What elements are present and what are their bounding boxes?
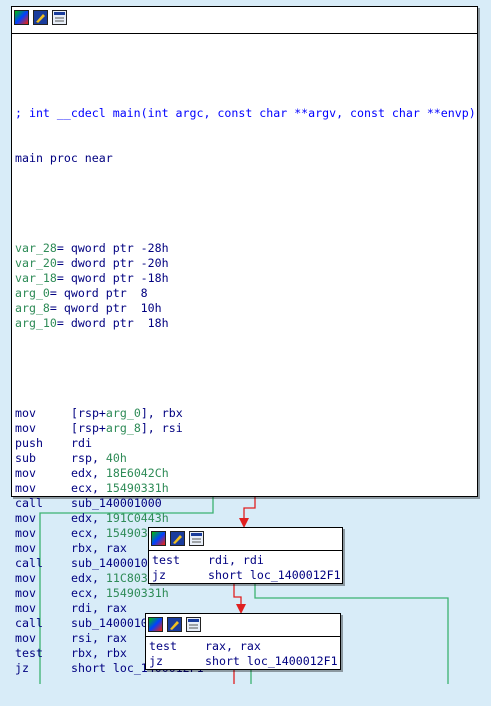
function-signature-comment: ; int __cdecl main(int argc, const char … [15, 106, 476, 120]
mnemonic: mov [15, 526, 36, 540]
mnemonic: mov [15, 406, 36, 420]
mnemonic: test [149, 639, 177, 653]
variable-name: arg_0 [15, 286, 50, 300]
instruction-line[interactable]: call sub_140001000 [15, 496, 474, 511]
variable-definition: = qword ptr 8 [49, 286, 148, 300]
variable-name: arg_10 [15, 316, 57, 330]
instruction-line[interactable]: mov edx, 191C0443h [15, 511, 474, 526]
operands: [rsp+arg_8], rsi [71, 421, 183, 435]
stack-variable: var_18= qword ptr -18h [15, 271, 474, 286]
mnemonic: call [15, 556, 43, 570]
operands: edx, 191C0443h [71, 511, 169, 525]
operands: rdi, rax [71, 601, 127, 615]
edit-node-icon[interactable] [33, 10, 48, 25]
operands: short loc_1400012F1 [205, 654, 338, 668]
stack-variable: arg_8= qword ptr 10h [15, 301, 474, 316]
proc-declaration: main proc near [15, 151, 113, 165]
instruction-line[interactable]: mov [rsp+arg_0], rbx [15, 406, 474, 421]
test-rax-block[interactable]: test rax, rax jz short loc_1400012F1 [145, 613, 341, 670]
block2-titlebar [149, 528, 342, 551]
stack-variable: arg_0= qword ptr 8 [15, 286, 474, 301]
graph-overview-icon[interactable] [189, 531, 204, 546]
operands: sub_140001000 [71, 496, 162, 510]
instruction-line[interactable]: mov ecx, 15490331h [15, 481, 474, 496]
mnemonic: mov [15, 586, 36, 600]
variable-name: var_28 [15, 241, 57, 255]
instruction-line[interactable]: mov [rsp+arg_8], rsi [15, 421, 474, 436]
color-palette-icon[interactable] [14, 10, 29, 25]
mnemonic: mov [15, 541, 36, 555]
stack-variable: var_28= qword ptr -28h [15, 241, 474, 256]
instruction-line[interactable]: mov ecx, 15490331h [15, 586, 474, 601]
mnemonic: mov [15, 631, 36, 645]
operands: rdi, rdi [208, 553, 264, 567]
instruction-line[interactable]: jz short loc_1400012F1 [149, 654, 338, 669]
instruction-line[interactable]: mov edx, 18E6042Ch [15, 466, 474, 481]
edit-node-icon[interactable] [170, 531, 185, 546]
stack-variable: var_20= dword ptr -20h [15, 256, 474, 271]
instruction-line[interactable]: jz short loc_1400012F1 [152, 568, 341, 583]
mnemonic: mov [15, 421, 36, 435]
main-function-block[interactable]: ; int __cdecl main(int argc, const char … [11, 6, 478, 675]
mnemonic: call [15, 496, 43, 510]
operands: rsp, 40h [71, 451, 127, 465]
operands: edx, 18E6042Ch [71, 466, 169, 480]
mnemonic: call [15, 616, 43, 630]
instruction-line[interactable]: sub rsp, 40h [15, 451, 474, 466]
main-block-titlebar [12, 7, 477, 34]
variable-definition: = qword ptr -18h [56, 271, 169, 285]
variable-definition: = dword ptr 18h [56, 316, 169, 330]
mnemonic: test [15, 646, 43, 660]
graph-overview-icon[interactable] [52, 10, 67, 25]
operands: [rsp+arg_0], rbx [71, 406, 183, 420]
mnemonic: mov [15, 601, 36, 615]
color-palette-icon[interactable] [148, 617, 163, 632]
instruction-line[interactable]: test rdi, rdi [152, 553, 339, 568]
operands: rbx, rax [71, 541, 127, 555]
mnemonic: sub [15, 451, 36, 465]
operands: rax, rax [205, 639, 261, 653]
operands: short loc_1400012F1 [208, 568, 341, 582]
mnemonic: test [152, 553, 180, 567]
operands: rsi, rax [71, 631, 127, 645]
stack-variable: arg_10= dword ptr 18h [15, 316, 474, 331]
color-palette-icon[interactable] [151, 531, 166, 546]
mnemonic: mov [15, 511, 36, 525]
variable-name: arg_8 [15, 301, 50, 315]
operands: ecx, 15490331h [71, 481, 169, 495]
mnemonic: mov [15, 481, 36, 495]
variable-name: var_18 [15, 271, 57, 285]
mnemonic: jz [15, 661, 29, 675]
test-rdi-block[interactable]: test rdi, rdi jz short loc_1400012F1 [148, 527, 343, 584]
instruction-line[interactable]: push rdi [15, 436, 474, 451]
mnemonic: push [15, 436, 43, 450]
variable-definition: = dword ptr -20h [56, 256, 169, 270]
variable-definition: = qword ptr 10h [49, 301, 162, 315]
mnemonic: jz [152, 568, 166, 582]
variable-definition: = qword ptr -28h [56, 241, 169, 255]
edit-node-icon[interactable] [167, 617, 182, 632]
operands: rdi [71, 436, 92, 450]
instruction-line[interactable]: test rax, rax [149, 639, 337, 654]
mnemonic: jz [149, 654, 163, 668]
graph-overview-icon[interactable] [186, 617, 201, 632]
mnemonic: mov [15, 466, 36, 480]
operands: rbx, rbx [71, 646, 127, 660]
mnemonic: mov [15, 571, 36, 585]
block3-titlebar [146, 614, 340, 637]
variable-name: var_20 [15, 256, 57, 270]
operands: ecx, 15490331h [71, 586, 169, 600]
